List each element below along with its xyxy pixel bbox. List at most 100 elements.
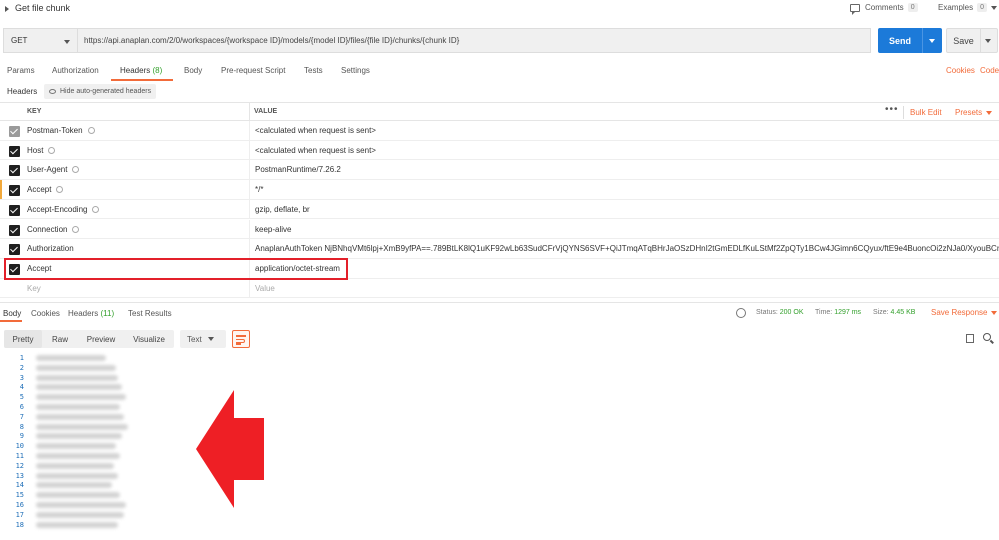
row-divider [249, 239, 250, 258]
header-value[interactable]: keep-alive [255, 225, 999, 234]
line-number: 11 [15, 452, 24, 460]
save-button[interactable]: Save [946, 28, 998, 53]
line-number: 9 [19, 432, 24, 441]
line-number: 6 [19, 403, 24, 411]
info-icon [72, 166, 80, 174]
tab-response-body[interactable]: Body [3, 309, 21, 318]
active-response-tab-indicator [0, 320, 22, 322]
status-value: 200 OK [779, 309, 804, 316]
header-key-text: Connection [27, 224, 68, 234]
header-value[interactable]: application/octet-stream [255, 264, 999, 273]
header-value[interactable]: <calculated when request is sent> [255, 126, 999, 135]
row-checkbox[interactable] [9, 145, 20, 157]
comment-icon [850, 3, 860, 15]
info-icon [56, 186, 64, 194]
tab-authorization[interactable]: Authorization [52, 66, 99, 75]
view-preview-button[interactable]: Preview [78, 330, 124, 348]
obscured-content-line [36, 511, 124, 518]
row-divider [249, 121, 250, 140]
header-key-text: Accept-Encoding [27, 204, 88, 214]
time-value: 1297 ms [834, 309, 862, 316]
chevron-down-icon [991, 5, 998, 10]
tab-response-headers[interactable]: Headers (11) [68, 309, 114, 318]
header-value[interactable]: */* [255, 185, 999, 194]
row-checkbox[interactable] [9, 165, 20, 177]
row-divider [249, 180, 250, 199]
headers-section-label: Headers [7, 87, 38, 96]
new-key-input[interactable]: Key [27, 284, 41, 293]
save-response-dropdown[interactable]: Save Response [931, 308, 998, 317]
row-divider [249, 278, 250, 298]
chevron-down-icon [207, 337, 214, 341]
obscured-content-line [36, 433, 122, 440]
hide-auto-headers-label: Hide auto-generated headers [60, 88, 152, 95]
header-key-text: User-Agent [27, 165, 68, 175]
header-key[interactable]: Accept [27, 185, 64, 194]
tab-response-cookies[interactable]: Cookies [31, 309, 60, 318]
url-input[interactable]: https://api.anaplan.com/2/0/workspaces/{… [77, 28, 871, 53]
tab-body[interactable]: Body [184, 66, 202, 75]
method-select[interactable]: GET [3, 28, 77, 53]
line-number: 17 [15, 510, 24, 519]
view-pretty-button[interactable]: Pretty [4, 330, 42, 348]
line-number: 5 [19, 393, 24, 402]
comments-button[interactable]: Comments 0 [850, 3, 918, 15]
column-key-header: KEY [27, 108, 42, 115]
chevron-down-icon [986, 111, 993, 115]
hide-auto-headers-button[interactable]: Hide auto-generated headers [44, 84, 157, 99]
tab-settings[interactable]: Settings [341, 66, 370, 75]
row-divider [249, 140, 250, 160]
row-checkbox[interactable] [9, 126, 20, 137]
new-value-input[interactable]: Value [255, 284, 999, 293]
globe-icon[interactable] [736, 308, 746, 318]
obscured-content-line [36, 364, 116, 371]
row-checkbox[interactable] [9, 244, 20, 256]
header-key[interactable]: Authorization [27, 244, 74, 253]
view-visualize-button[interactable]: Visualize [126, 330, 172, 348]
bulk-edit-link[interactable]: Bulk Edit [910, 108, 942, 117]
tab-test-results[interactable]: Test Results [128, 309, 172, 318]
tab-params[interactable]: Params [7, 66, 35, 75]
table-row: Accept */* [0, 180, 999, 200]
header-key[interactable]: Connection [27, 224, 80, 234]
header-value[interactable]: AnaplanAuthToken NjBNhqVMt6lpj+XmB9yfPA=… [255, 244, 999, 253]
search-icon[interactable] [983, 333, 991, 341]
wrap-icon-part [236, 343, 241, 345]
header-key[interactable]: User-Agent [27, 165, 80, 175]
more-options-icon[interactable]: ••• [885, 104, 899, 115]
line-number: 10 [15, 442, 24, 451]
view-raw-button[interactable]: Raw [44, 330, 76, 348]
table-row: Host <calculated when request is sent> [0, 140, 999, 161]
header-key[interactable]: Postman-Token [27, 126, 95, 135]
row-checkbox[interactable] [9, 204, 20, 216]
save-response-label: Save Response [931, 308, 988, 317]
format-select[interactable]: Text [180, 330, 226, 348]
active-tab-indicator [111, 79, 173, 81]
header-key[interactable]: Host [27, 146, 56, 155]
code-link[interactable]: Code [980, 66, 999, 75]
examples-count: 0 [977, 3, 988, 12]
header-value[interactable]: gzip, deflate, br [255, 205, 999, 214]
info-icon [87, 127, 95, 134]
row-checkbox[interactable] [9, 224, 20, 236]
header-value[interactable]: PostmanRuntime/7.26.2 [255, 165, 999, 174]
row-checkbox[interactable] [9, 185, 20, 197]
tab-headers[interactable]: Headers (8) [120, 66, 162, 75]
cookies-link[interactable]: Cookies [946, 66, 975, 75]
send-options-chevron-icon[interactable] [929, 38, 935, 43]
save-options-chevron-icon[interactable] [985, 38, 991, 43]
presets-dropdown[interactable]: Presets [955, 108, 993, 117]
copy-icon[interactable] [964, 332, 974, 343]
tab-tests[interactable]: Tests [304, 66, 323, 75]
caret-right-icon[interactable] [5, 6, 9, 12]
request-title[interactable]: Get file chunk [15, 3, 70, 13]
wrap-icon [236, 335, 246, 337]
header-value[interactable]: <calculated when request is sent> [255, 146, 999, 155]
tab-pre-request-script[interactable]: Pre-request Script [221, 66, 285, 75]
row-divider [249, 160, 250, 180]
examples-button[interactable]: Examples 0 [938, 3, 998, 12]
header-key[interactable]: Accept-Encoding [27, 204, 100, 214]
line-number: 7 [19, 412, 24, 421]
send-button[interactable]: Send [878, 28, 942, 53]
wrap-lines-button[interactable] [232, 330, 250, 348]
